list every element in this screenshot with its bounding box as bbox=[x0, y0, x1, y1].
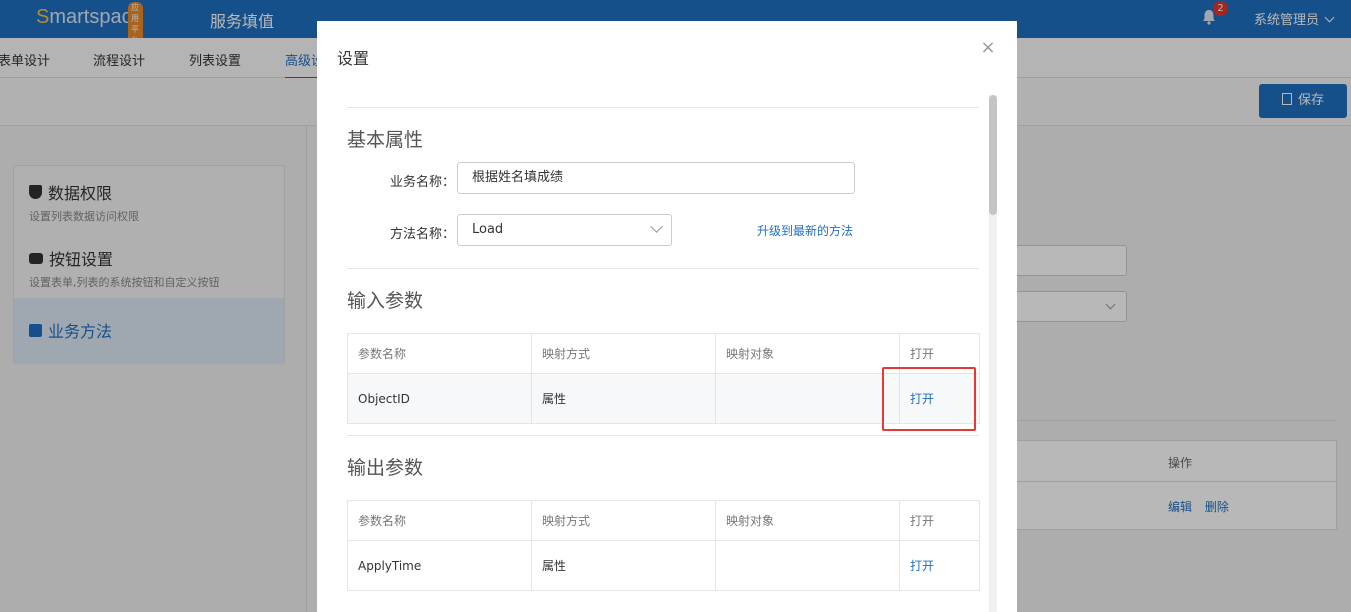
scrollbar-thumb[interactable] bbox=[989, 95, 997, 215]
column-header-param-name: 参数名称 bbox=[348, 501, 532, 540]
divider bbox=[347, 107, 979, 108]
highlight-annotation bbox=[882, 367, 976, 431]
settings-modal: 设置 × 基本属性 业务名称： 根据姓名填成绩 方法名称： Load 升级到最新… bbox=[317, 21, 1017, 612]
column-header-param-name: 参数名称 bbox=[348, 334, 532, 373]
section-title-basic: 基本属性 bbox=[347, 129, 424, 151]
section-title-output-params: 输出参数 bbox=[347, 457, 424, 479]
column-header-mapping-type: 映射方式 bbox=[532, 334, 716, 373]
chevron-down-icon bbox=[650, 220, 663, 233]
table-row: ApplyTime 属性 打开 bbox=[348, 541, 979, 590]
output-params-table: 参数名称 映射方式 映射对象 打开 ApplyTime 属性 打开 bbox=[347, 500, 980, 591]
column-header-open: 打开 bbox=[910, 514, 935, 528]
open-link[interactable]: 打开 bbox=[900, 541, 979, 590]
divider bbox=[347, 268, 979, 269]
column-header-mapping-target: 映射对象 bbox=[716, 501, 900, 540]
mapping-target-cell[interactable] bbox=[716, 374, 900, 423]
business-name-input[interactable]: 根据姓名填成绩 bbox=[457, 162, 855, 194]
modal-body: 基本属性 业务名称： 根据姓名填成绩 方法名称： Load 升级到最新的方法 输… bbox=[317, 95, 1017, 612]
mapping-type-cell[interactable]: 属性 bbox=[532, 541, 716, 590]
upgrade-method-link[interactable]: 升级到最新的方法 bbox=[757, 222, 853, 239]
method-name-label: 方法名称： bbox=[389, 227, 455, 242]
modal-title: 设置 bbox=[337, 49, 370, 68]
method-name-select[interactable]: Load bbox=[457, 214, 672, 246]
param-name-cell: ApplyTime bbox=[348, 541, 532, 590]
section-title-input-params: 输入参数 bbox=[347, 290, 424, 312]
divider bbox=[347, 435, 979, 436]
column-header-mapping-target: 映射对象 bbox=[716, 334, 900, 373]
mapping-target-cell[interactable] bbox=[716, 541, 900, 590]
close-icon[interactable]: × bbox=[979, 39, 997, 57]
mapping-type-cell[interactable]: 属性 bbox=[532, 374, 716, 423]
table-header-row: 参数名称 映射方式 映射对象 打开 bbox=[348, 501, 979, 541]
column-header-mapping-type: 映射方式 bbox=[532, 501, 716, 540]
method-name-value: Load bbox=[472, 222, 504, 237]
business-name-label: 业务名称： bbox=[389, 175, 455, 190]
param-name-cell: ObjectID bbox=[348, 374, 532, 423]
